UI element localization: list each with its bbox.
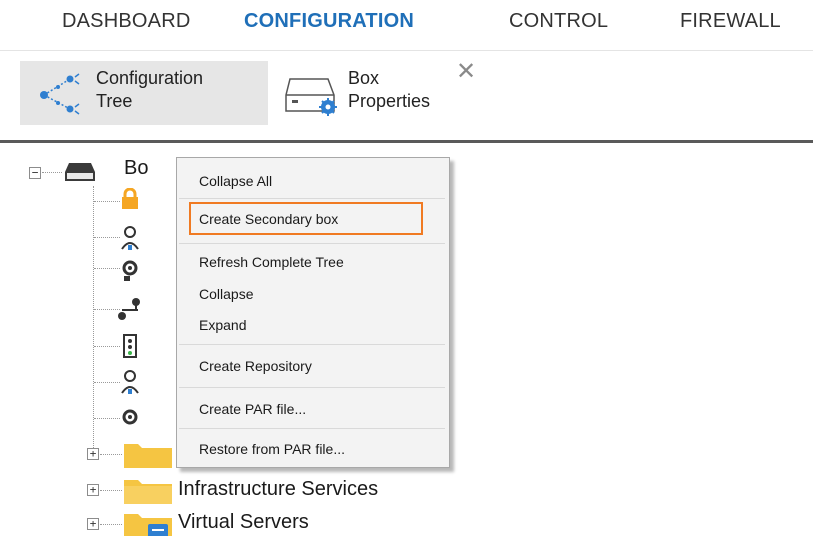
share-nodes-icon	[40, 73, 80, 115]
tree-connector	[94, 237, 120, 238]
tree-connector	[94, 268, 120, 269]
menu-item-create-par-file[interactable]: Create PAR file...	[199, 401, 306, 417]
tab-control[interactable]: CONTROL	[509, 10, 608, 33]
tree-connector	[100, 454, 122, 455]
menu-item-create-repository[interactable]: Create Repository	[199, 358, 312, 374]
menu-separator	[179, 428, 445, 429]
menu-separator	[179, 387, 445, 388]
server-status-icon	[123, 334, 137, 358]
box-server-icon	[65, 163, 95, 181]
network-icon	[118, 298, 140, 320]
gear-icon	[122, 409, 138, 425]
tree-expand-toggle[interactable]: +	[87, 518, 99, 530]
tree-item-virtual-servers[interactable]: Virtual Servers	[178, 511, 309, 534]
tree-connector	[94, 418, 120, 419]
lock-icon	[122, 188, 138, 209]
toolbar-separator	[0, 140, 813, 143]
box-settings-icon	[285, 78, 337, 116]
folder-icon	[124, 480, 172, 504]
tree-connector	[94, 382, 120, 383]
menu-item-collapse[interactable]: Collapse	[199, 286, 253, 302]
menu-separator	[179, 243, 445, 244]
menu-item-expand[interactable]: Expand	[199, 317, 246, 333]
user-admin-icon	[121, 226, 139, 250]
box-properties-label-line1: Box	[348, 68, 380, 88]
menu-item-restore-from-par-file[interactable]: Restore from PAR file...	[199, 441, 345, 457]
tree-collapse-toggle[interactable]: −	[29, 167, 41, 179]
tab-dashboard[interactable]: DASHBOARD	[62, 10, 191, 33]
gear-icon	[122, 260, 138, 281]
tree-item-infrastructure-services[interactable]: Infrastructure Services	[178, 478, 378, 501]
top-navigation: DASHBOARD CONFIGURATION CONTROL FIREWALL	[0, 0, 813, 50]
menu-item-refresh-complete-tree[interactable]: Refresh Complete Tree	[199, 254, 344, 270]
app-window: DASHBOARD CONFIGURATION CONTROL FIREWALL…	[0, 0, 813, 536]
tree-expand-toggle[interactable]: +	[87, 448, 99, 460]
tree-expand-toggle[interactable]: +	[87, 484, 99, 496]
nav-divider	[0, 50, 813, 51]
tree-root-label[interactable]: Bo	[124, 157, 148, 180]
tree-connector	[42, 172, 62, 173]
menu-item-collapse-all[interactable]: Collapse All	[199, 173, 272, 189]
tree-connector	[93, 186, 94, 454]
tree-connector	[100, 524, 122, 525]
configuration-tree-button[interactable]: Configuration Tree	[20, 61, 268, 125]
box-properties-button[interactable]: Box Properties	[284, 61, 452, 125]
tree-connector	[94, 346, 120, 347]
context-menu: Collapse All Create Secondary box Refres…	[176, 157, 450, 468]
close-icon[interactable]: ✕	[456, 60, 476, 84]
tab-configuration[interactable]: CONFIGURATION	[244, 10, 414, 33]
menu-item-create-secondary-box[interactable]: Create Secondary box	[199, 211, 338, 227]
configuration-tree-label-line1: Configuration	[96, 68, 204, 88]
user-admin-icon	[121, 370, 139, 394]
tree-connector	[94, 201, 120, 202]
folder-icon	[124, 444, 172, 468]
tree-connector	[94, 309, 120, 310]
menu-separator	[179, 344, 445, 345]
menu-separator	[179, 198, 445, 199]
folder-server-icon	[124, 514, 172, 536]
configuration-tree-label-line2: Tree	[96, 91, 133, 111]
box-properties-label-line2: Properties	[348, 91, 431, 111]
tree-connector	[100, 490, 122, 491]
tab-firewall[interactable]: FIREWALL	[680, 10, 781, 33]
